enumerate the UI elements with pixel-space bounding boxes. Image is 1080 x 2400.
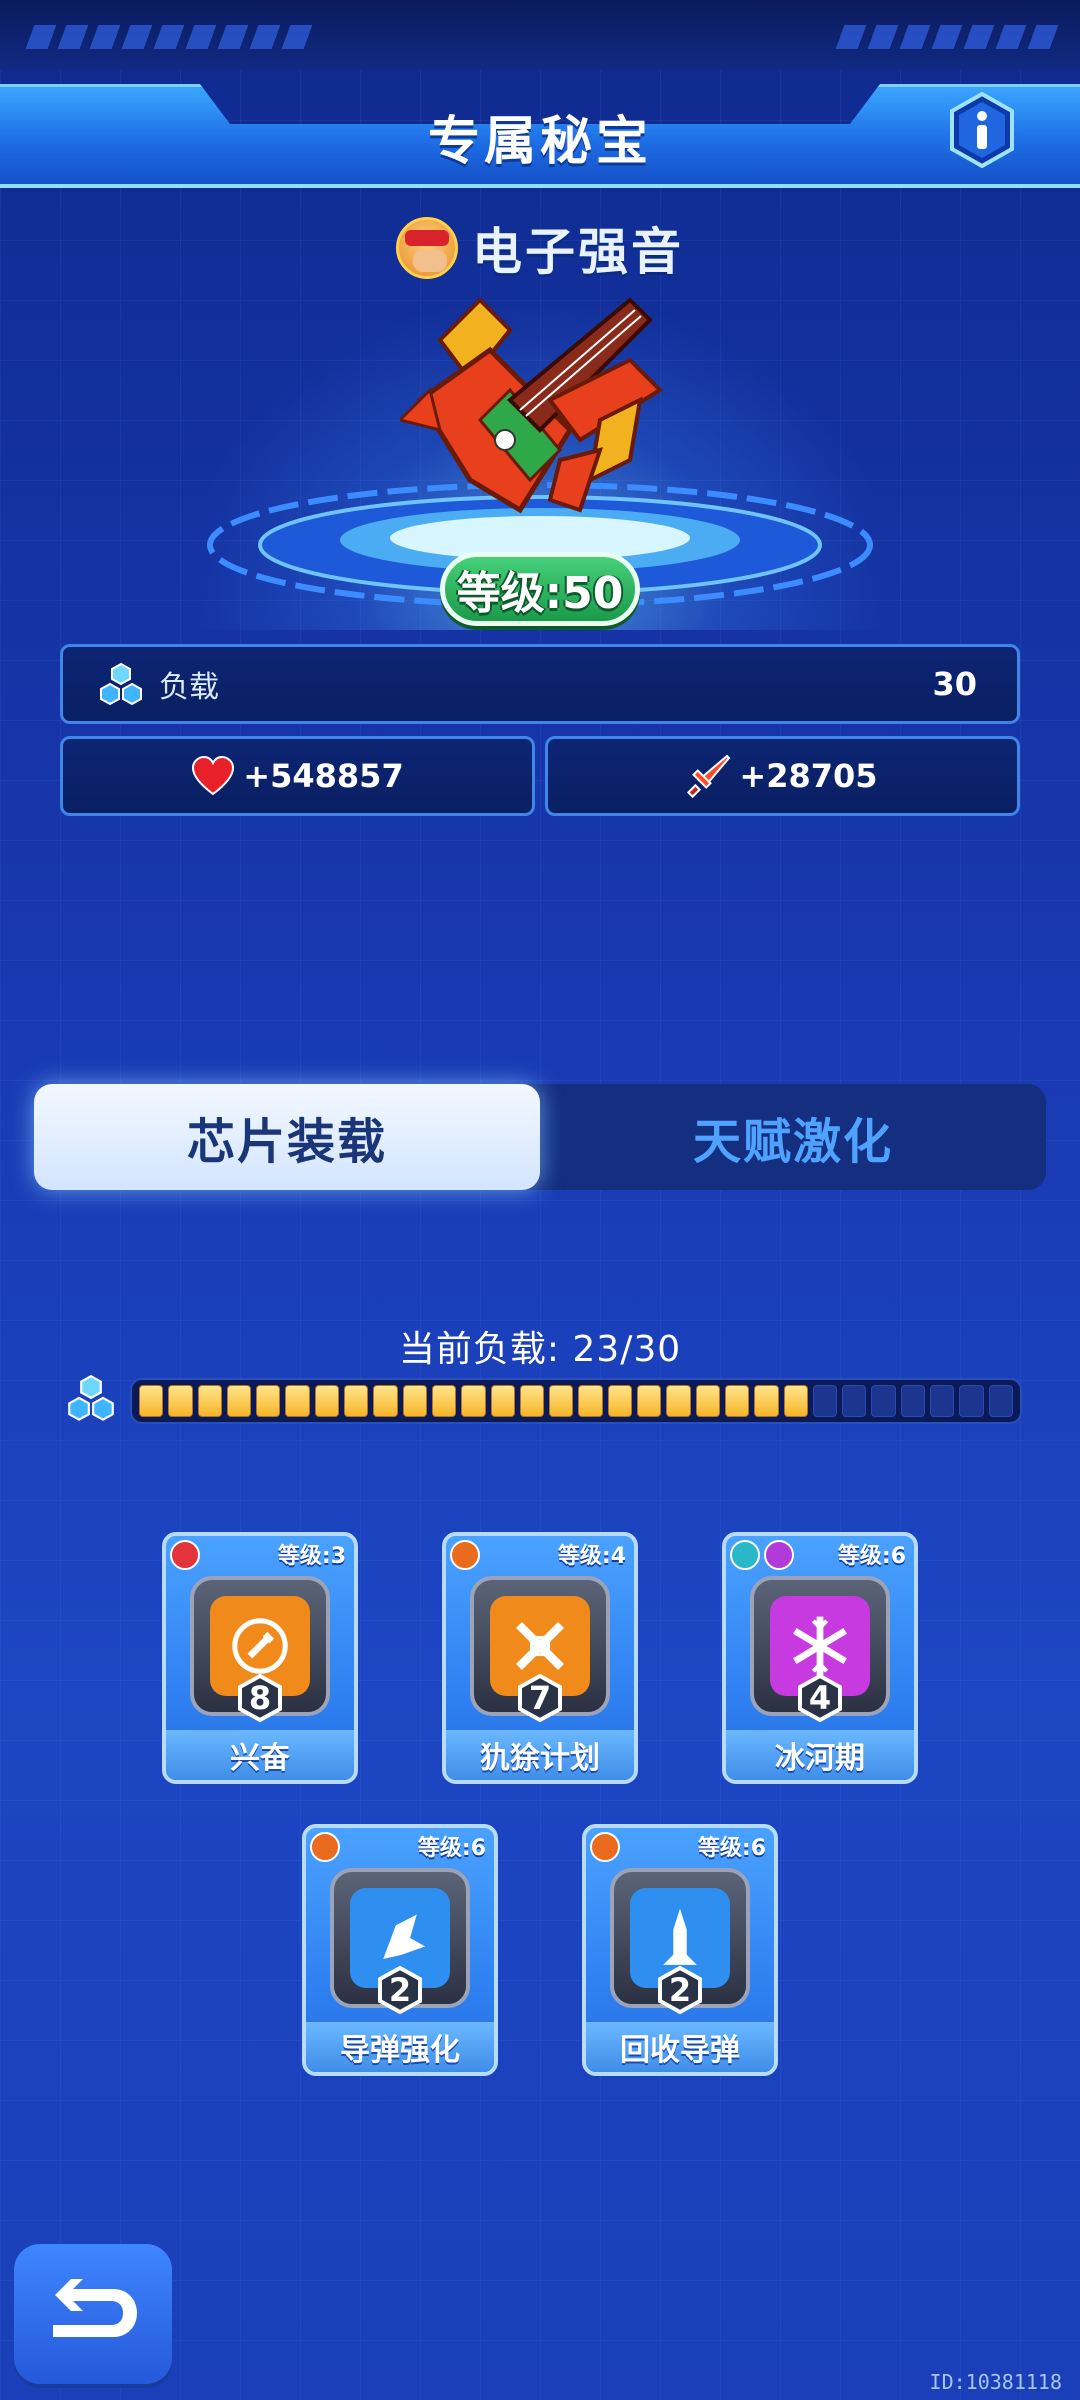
load-stat: 负载 30 (60, 644, 1020, 724)
weapon-title: 电子强音 (0, 212, 1080, 284)
chip-card[interactable]: 等级:6 2 导弹强化 (302, 1824, 498, 2076)
chip-count: 2 (668, 1971, 692, 2009)
load-segment (959, 1385, 984, 1417)
load-segment (842, 1385, 867, 1417)
attack-stat-value: +28705 (739, 757, 878, 795)
chip-card[interactable]: 等级:6 2 回收导弹 (582, 1824, 778, 2076)
chip-badges (590, 1832, 620, 1862)
chip-count-badge: 7 (516, 1674, 564, 1722)
load-segment (197, 1385, 222, 1417)
chip-count: 4 (808, 1679, 832, 1717)
load-segment (285, 1385, 310, 1417)
chip-badges (170, 1540, 200, 1570)
load-segment (344, 1385, 369, 1417)
load-segment (431, 1385, 457, 1417)
chip-count: 8 (248, 1679, 272, 1717)
tab-talent-activation[interactable]: 天赋激化 (540, 1084, 1046, 1190)
load-segment (637, 1385, 662, 1417)
weapon-level-badge: 等级:50 (440, 552, 640, 626)
chip-count: 7 (528, 1679, 552, 1717)
attack-stat: +28705 (545, 736, 1020, 816)
tab-bar: 芯片装载 天赋激化 (34, 1084, 1046, 1190)
load-segment (256, 1385, 281, 1417)
info-icon (950, 92, 1014, 168)
chip-count-badge: 4 (796, 1674, 844, 1722)
load-segment (754, 1385, 779, 1417)
load-segment (666, 1385, 691, 1417)
load-segment (490, 1385, 515, 1417)
load-stat-label: 负载 (159, 670, 219, 705)
chip-badges (730, 1540, 794, 1570)
chip-level: 等级:4 (557, 1544, 626, 1569)
chip-card[interactable]: 等级:3 8 兴奋 (162, 1532, 358, 1784)
chip-count: 2 (388, 1971, 412, 2009)
load-segment (930, 1385, 955, 1417)
chip-type-badge-icon (450, 1540, 480, 1570)
footer-id: ID:10381118 (929, 2370, 1062, 2394)
load-segment (783, 1385, 808, 1417)
load-segment (519, 1385, 545, 1417)
load-segment (578, 1385, 603, 1417)
load-segment (812, 1385, 838, 1417)
chip-type-badge-icon (764, 1540, 794, 1570)
chip-count-badge: 2 (376, 1966, 424, 2014)
chip-type-badge-icon (730, 1540, 760, 1570)
chip-level: 等级:6 (837, 1544, 906, 1569)
weapon-name: 电子强音 (472, 223, 684, 281)
chip-name: 导弹强化 (306, 2022, 494, 2072)
page-title: 专属秘宝 (427, 111, 652, 172)
chip-type-badge-icon (590, 1832, 620, 1862)
load-segment (461, 1385, 486, 1417)
load-segment (724, 1385, 750, 1417)
chip-name: 兴奋 (166, 1730, 354, 1780)
back-button[interactable] (14, 2244, 172, 2384)
load-hexagon-icon (100, 662, 142, 706)
chip-badges (310, 1832, 340, 1862)
weapon-guitar-image (400, 297, 664, 514)
load-stat-value: 30 (932, 665, 977, 703)
load-segment (139, 1385, 164, 1417)
load-segment (607, 1385, 633, 1417)
chip-level: 等级:3 (277, 1544, 346, 1569)
load-segment (695, 1385, 720, 1417)
load-segment (226, 1385, 252, 1417)
load-segment (900, 1385, 926, 1417)
load-segment (871, 1385, 896, 1417)
load-segment (314, 1385, 340, 1417)
hp-stat: +548857 (60, 736, 535, 816)
load-segment (549, 1385, 574, 1417)
load-progress-bar (130, 1378, 1022, 1424)
chip-card[interactable]: 等级:6 4 冰河期 (722, 1532, 918, 1784)
chip-name: 冰河期 (726, 1730, 914, 1780)
heart-icon (192, 756, 235, 796)
info-button[interactable] (948, 92, 1016, 168)
top-decoration (0, 0, 1080, 70)
chip-count-badge: 2 (656, 1966, 704, 2014)
load-segment (373, 1385, 398, 1417)
back-arrow-icon (53, 2279, 137, 2337)
chip-name: 犰狳计划 (446, 1730, 634, 1780)
chip-level: 等级:6 (417, 1836, 486, 1861)
sword-icon (687, 754, 731, 798)
load-segment (168, 1385, 193, 1417)
load-segment (402, 1385, 427, 1417)
chip-badges (450, 1540, 480, 1570)
hero-avatar (396, 217, 458, 279)
tab-chip-loading[interactable]: 芯片装载 (34, 1084, 540, 1190)
chip-type-badge-icon (170, 1540, 200, 1570)
chip-card[interactable]: 等级:4 7 犰狳计划 (442, 1532, 638, 1784)
load-bar-hexagon-icon (68, 1374, 114, 1421)
current-load-text: 当前负载: 23/30 (398, 1329, 682, 1370)
header: 专属秘宝 (0, 84, 1080, 188)
chip-level: 等级:6 (697, 1836, 766, 1861)
load-segment (988, 1385, 1013, 1417)
chip-type-badge-icon (310, 1832, 340, 1862)
chip-count-badge: 8 (236, 1674, 284, 1722)
chip-name: 回收导弹 (586, 2022, 774, 2072)
weapon-level-text: 等级:50 (456, 568, 624, 619)
hp-stat-value: +548857 (243, 757, 404, 795)
